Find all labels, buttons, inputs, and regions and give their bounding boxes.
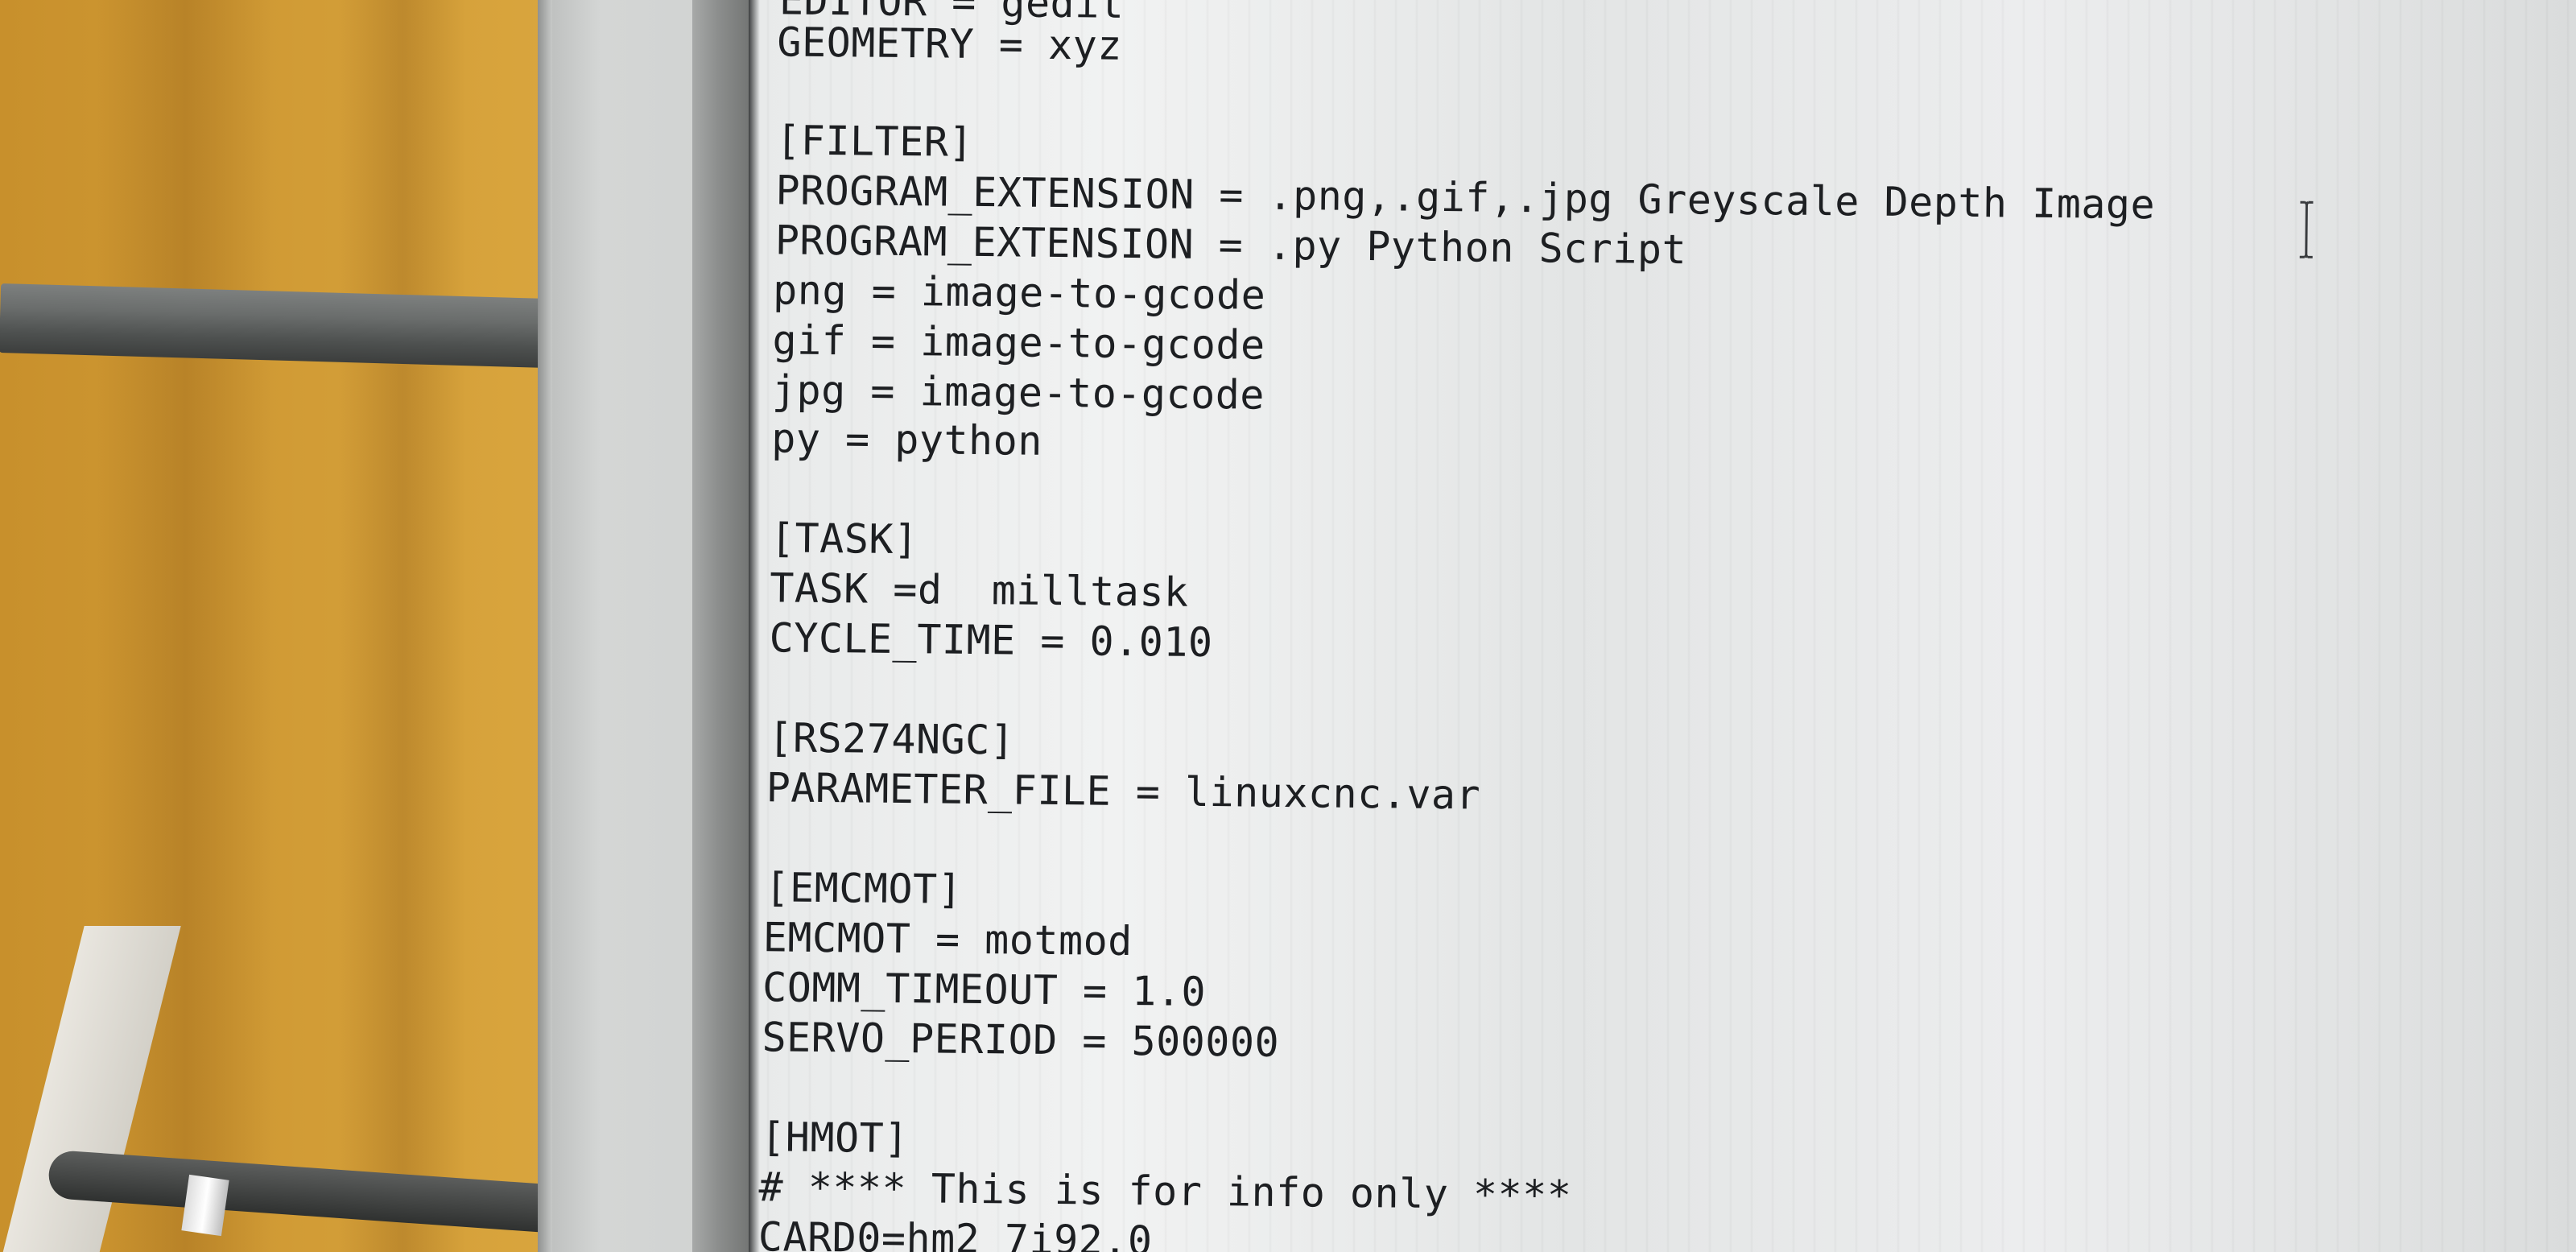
editor-line-info-comment: # **** This is for info only ****	[758, 1163, 1572, 1219]
text-cursor-ibeam-icon	[2299, 200, 2314, 258]
editor-section-rs274ngc: [RS274NGC]	[768, 714, 1015, 764]
monitor-bezel-edge	[538, 0, 552, 1252]
editor-line-comm-timeout: COMM_TIMEOUT = 1.0	[762, 964, 1207, 1016]
editor-section-hmot: [HMOT]	[760, 1114, 910, 1163]
editor-line-parameter-file: PARAMETER_FILE = linuxcnc.var	[766, 764, 1481, 819]
editor-line-geometry: GEOMETRY = xyz	[777, 19, 1123, 69]
editor-line-emcmot: EMCMOT = motmod	[762, 914, 1133, 965]
photo-scene: EDITOR = gedit GEOMETRY = xyz [FILTER] P…	[0, 0, 2576, 1252]
editor-section-task: [TASK]	[770, 514, 919, 564]
editor-line-py: py = python	[770, 415, 1043, 465]
editor-line-jpg: jpg = image-to-gcode	[771, 366, 1265, 419]
text-editor[interactable]: EDITOR = gedit GEOMETRY = xyz [FILTER] P…	[749, 0, 2576, 1252]
background-cable-connector	[181, 1174, 229, 1237]
editor-line-gif: gif = image-to-gcode	[772, 316, 1265, 369]
screen-edge-shadow	[749, 0, 760, 1252]
editor-line-png: png = image-to-gcode	[772, 267, 1266, 319]
background-fabric-fold	[338, 0, 467, 1252]
editor-line-card0: CARD0=hm2_7i92.0	[758, 1213, 1153, 1252]
editor-line-cycle-time: CYCLE_TIME = 0.010	[769, 614, 1213, 667]
editor-section-filter: [FILTER]	[775, 117, 974, 166]
editor-line-servo-period: SERVO_PERIOD = 500000	[762, 1014, 1280, 1066]
editor-line-program-extension-python: PROGRAM_EXTENSION = .py Python Script	[774, 217, 1687, 274]
background-cable	[0, 283, 556, 369]
editor-line-task: TASK =d milltask	[770, 564, 1189, 616]
monitor-screen: EDITOR = gedit GEOMETRY = xyz [FILTER] P…	[749, 0, 2576, 1252]
monitor-bezel-inner	[692, 0, 757, 1252]
editor-section-emcmot: [EMCMOT]	[765, 864, 963, 913]
